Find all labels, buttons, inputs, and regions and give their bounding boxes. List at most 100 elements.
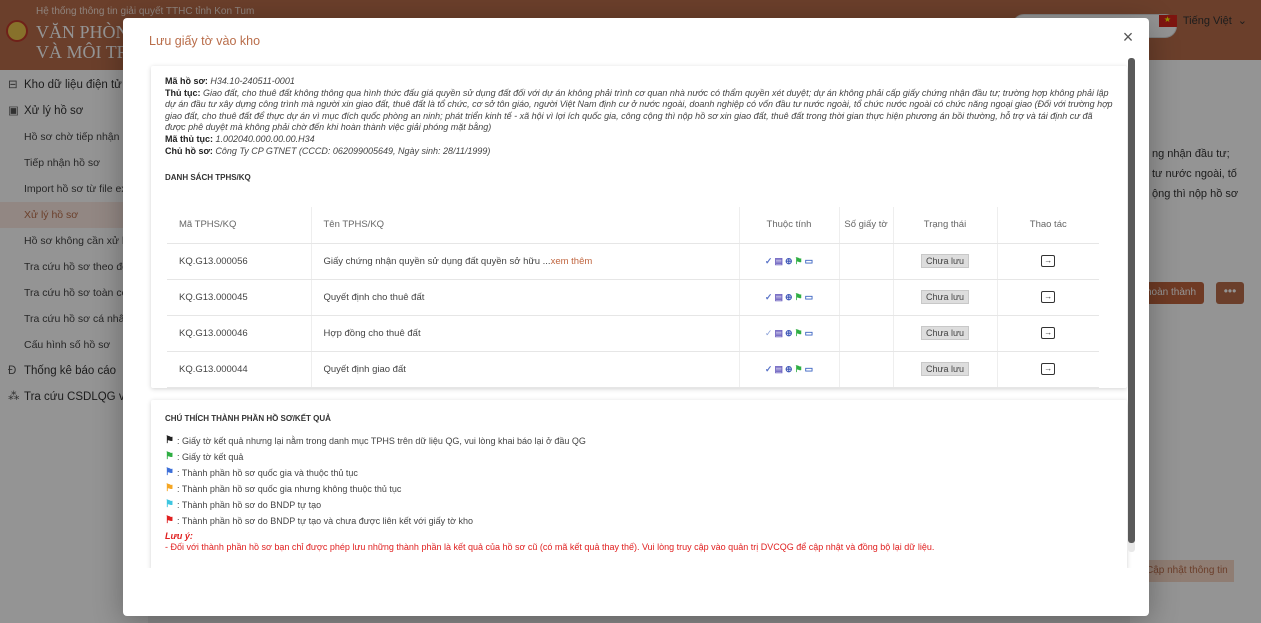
flag-icon: ⚑ bbox=[165, 499, 174, 510]
save-documents-modal: Lưu giấy tờ vào kho × Mã hồ sơ: H34.10-2… bbox=[123, 18, 1149, 616]
document-icon: ▤ bbox=[774, 291, 783, 302]
see-more-link[interactable]: xem thêm bbox=[551, 256, 593, 267]
status-badge: Chưa lưu bbox=[920, 254, 970, 268]
note-title: Lưu ý: bbox=[165, 531, 193, 541]
legend-item-text: : Giấy tờ kết quả nhưng lại nằm trong da… bbox=[177, 436, 586, 446]
check-icon: ✓ bbox=[764, 327, 773, 338]
row-status: Chưa lưu bbox=[893, 315, 998, 352]
check-icon: ✓ bbox=[764, 363, 773, 374]
row-action: → bbox=[997, 243, 1099, 280]
check-icon: ✓ bbox=[764, 255, 773, 266]
save-to-storage-icon[interactable]: → bbox=[1041, 291, 1056, 303]
modal-title: Lưu giấy tờ vào kho bbox=[149, 34, 261, 48]
calendar-icon: ▭ bbox=[804, 255, 814, 266]
procedure-code: Mã thủ tục: 1.002040.000.00.00.H34 bbox=[165, 133, 315, 144]
row-name-text: Quyết định giao đất bbox=[323, 363, 406, 375]
list-title: DANH SÁCH TPHS/KQ bbox=[165, 173, 251, 183]
table-row: KQ.G13.000044 Quyết định giao đất ✓ ▤ ⊕ ⚑ ▭ Chư… bbox=[167, 351, 1099, 388]
row-status: Chưa lưu bbox=[893, 243, 998, 280]
row-action: → bbox=[997, 315, 1099, 352]
row-attributes: ✓ ▤ ⊕ ⚑ ▭ bbox=[739, 351, 840, 388]
legend-item-text: : Giấy tờ kết quả bbox=[177, 452, 244, 462]
globe-icon: ⊕ bbox=[784, 327, 793, 338]
legend-item: ⚑: Thành phần hồ sơ quốc gia và thuộc th… bbox=[165, 465, 1113, 481]
status-badge: Chưa lưu bbox=[920, 326, 970, 340]
flag-icon: ⚑ bbox=[794, 291, 803, 302]
flag-icon: ⚑ bbox=[165, 435, 174, 446]
row-name: Hợp đồng cho thuê đất bbox=[311, 315, 740, 352]
col-number: Số giấy tờ bbox=[839, 207, 894, 244]
modal-scroll-area: Mã hồ sơ: H34.10-240511-0001 Thủ tục: Gi… bbox=[141, 58, 1133, 568]
legend-card: CHÚ THÍCH THÀNH PHẦN HỒ SƠ/KẾT QUẢ ⚑: Gi… bbox=[151, 400, 1127, 568]
row-name: Quyết định cho thuê đất bbox=[311, 279, 740, 316]
documents-table: Mã TPHS/KQ Tên TPHS/KQ Thuộc tính Số giấ… bbox=[167, 207, 1099, 388]
table-row: KQ.G13.000045 Quyết định cho thuê đất ✓ ▤ ⊕ ⚑… bbox=[167, 279, 1099, 316]
row-code: KQ.G13.000045 bbox=[167, 279, 312, 316]
row-code: KQ.G13.000056 bbox=[167, 243, 312, 280]
dossier-info-card: Mã hồ sơ: H34.10-240511-0001 Thủ tục: Gi… bbox=[151, 66, 1127, 388]
dossier-code: Mã hồ sơ: H34.10-240511-0001 bbox=[165, 76, 295, 86]
scrollbar-thumb[interactable] bbox=[1128, 58, 1135, 543]
col-code: Mã TPHS/KQ bbox=[167, 207, 312, 244]
legend-item: ⚑: Thành phần hồ sơ quốc gia nhưng không… bbox=[165, 481, 1113, 497]
legend-item: ⚑: Giấy tờ kết quả bbox=[165, 449, 1113, 465]
legend-item: ⚑: Thành phần hồ sơ do BNDP tự tạo và ch… bbox=[165, 513, 1113, 529]
legend-title: CHÚ THÍCH THÀNH PHẦN HỒ SƠ/KẾT QUẢ bbox=[165, 414, 331, 423]
legend-item: ⚑: Giấy tờ kết quả nhưng lại nằm trong d… bbox=[165, 433, 1113, 449]
row-attributes: ✓ ▤ ⊕ ⚑ ▭ bbox=[739, 243, 840, 280]
row-action: → bbox=[997, 279, 1099, 316]
calendar-icon: ▭ bbox=[804, 363, 814, 374]
row-number bbox=[839, 315, 894, 352]
row-action: → bbox=[997, 351, 1099, 388]
save-to-storage-icon[interactable]: → bbox=[1041, 327, 1056, 339]
col-status: Trạng thái bbox=[893, 207, 998, 244]
col-attrs: Thuộc tính bbox=[739, 207, 840, 244]
row-attributes: ✓ ▤ ⊕ ⚑ ▭ bbox=[739, 315, 840, 352]
save-to-storage-icon[interactable]: → bbox=[1041, 363, 1056, 375]
save-to-storage-icon[interactable]: → bbox=[1041, 255, 1056, 267]
flag-icon: ⚑ bbox=[165, 515, 174, 526]
row-status: Chưa lưu bbox=[893, 351, 998, 388]
status-badge: Chưa lưu bbox=[920, 362, 970, 376]
col-action: Thao tác bbox=[997, 207, 1099, 244]
flag-icon: ⚑ bbox=[794, 363, 803, 374]
flag-icon: ⚑ bbox=[165, 451, 174, 462]
modal-scrollbar[interactable] bbox=[1128, 58, 1135, 552]
flag-icon: ⚑ bbox=[794, 255, 803, 266]
status-badge: Chưa lưu bbox=[920, 290, 970, 304]
table-row: KQ.G13.000056 Giấy chứng nhận quyền sử dụ… bbox=[167, 243, 1099, 280]
flag-icon: ⚑ bbox=[165, 467, 174, 478]
table-header-row: Mã TPHS/KQ Tên TPHS/KQ Thuộc tính Số giấ… bbox=[167, 207, 1099, 244]
legend-item: ⚑: Thành phần hồ sơ do BNDP tự tạo bbox=[165, 497, 1113, 513]
row-name: Quyết định giao đất bbox=[311, 351, 740, 388]
row-code: KQ.G13.000046 bbox=[167, 315, 312, 352]
table-row: KQ.G13.000046 Hợp đồng cho thuê đất ✓ ▤ ⊕ ⚑ ▭ C… bbox=[167, 315, 1099, 352]
row-number bbox=[839, 243, 894, 280]
legend-item-text: : Thành phần hồ sơ do BNDP tự tạo và chư… bbox=[177, 516, 474, 526]
legend-item-text: : Thành phần hồ sơ quốc gia và thuộc thủ… bbox=[177, 468, 358, 478]
calendar-icon: ▭ bbox=[804, 327, 814, 338]
row-attributes: ✓ ▤ ⊕ ⚑ ▭ bbox=[739, 279, 840, 316]
legend-item-text: : Thành phần hồ sơ do BNDP tự tạo bbox=[177, 500, 322, 510]
globe-icon: ⊕ bbox=[784, 255, 793, 266]
close-icon[interactable]: × bbox=[1119, 28, 1137, 46]
dossier-owner: Chủ hồ sơ: Công Ty CP GTNET (CCCD: 06209… bbox=[165, 145, 491, 156]
row-name-text: Quyết định cho thuê đất bbox=[323, 291, 425, 303]
row-name: Giấy chứng nhận quyền sử dụng đất quyền … bbox=[311, 243, 740, 280]
row-number bbox=[839, 279, 894, 316]
row-status: Chưa lưu bbox=[893, 279, 998, 316]
col-name: Tên TPHS/KQ bbox=[311, 207, 740, 244]
check-icon: ✓ bbox=[764, 291, 773, 302]
document-icon: ▤ bbox=[774, 255, 783, 266]
row-name-text: Giấy chứng nhận quyền sử dụng đất quyền … bbox=[323, 255, 551, 267]
document-icon: ▤ bbox=[774, 363, 783, 374]
calendar-icon: ▭ bbox=[804, 291, 814, 302]
globe-icon: ⊕ bbox=[784, 291, 793, 302]
legend-item-text: : Thành phần hồ sơ quốc gia nhưng không … bbox=[177, 484, 402, 494]
note-text: - Đối với thành phần hồ sơ bạn chỉ được … bbox=[165, 542, 935, 552]
dossier-procedure: Thủ tục: Giao đất, cho thuê đất không th… bbox=[165, 87, 1113, 133]
globe-icon: ⊕ bbox=[784, 363, 793, 374]
row-name-text: Hợp đồng cho thuê đất bbox=[323, 327, 421, 339]
flag-icon: ⚑ bbox=[794, 327, 803, 338]
row-code: KQ.G13.000044 bbox=[167, 351, 312, 388]
